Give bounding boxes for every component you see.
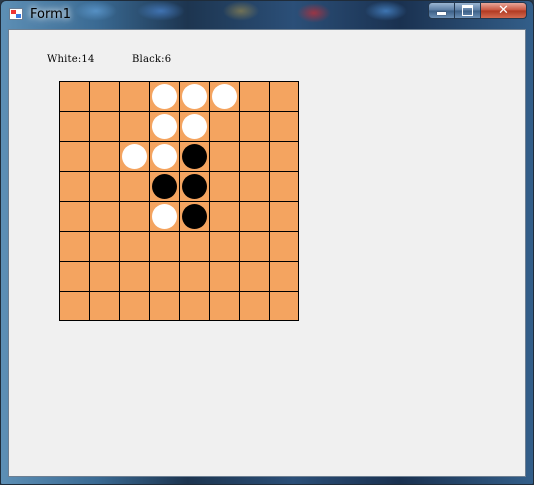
board-cell-r2-c5[interactable]: [209, 141, 240, 172]
board-cell-r1-c0[interactable]: [59, 111, 90, 142]
white-piece-r1-c4: [182, 114, 207, 139]
white-piece-r0-c5: [212, 84, 237, 109]
white-piece-r1-c3: [152, 114, 177, 139]
black-score-label: Black:6: [132, 54, 172, 65]
board-cell-r3-c6[interactable]: [239, 171, 270, 202]
board-cell-r3-c7[interactable]: [269, 171, 300, 202]
white-piece-r0-c3: [152, 84, 177, 109]
board-cell-r7-c3[interactable]: [149, 291, 180, 322]
board-cell-r7-c7[interactable]: [269, 291, 300, 322]
board-cell-r2-c6[interactable]: [239, 141, 270, 172]
board-cell-r7-c0[interactable]: [59, 291, 90, 322]
board-cell-r7-c5[interactable]: [209, 291, 240, 322]
board-cell-r1-c1[interactable]: [89, 111, 120, 142]
board-cell-r0-c2[interactable]: [119, 81, 150, 112]
white-piece-r2-c2: [122, 144, 147, 169]
board-cell-r3-c5[interactable]: [209, 171, 240, 202]
board-cell-r6-c1[interactable]: [89, 261, 120, 292]
maximize-icon: [462, 5, 473, 16]
title-bar[interactable]: Form1 ✕: [1, 1, 533, 27]
board-cell-r7-c6[interactable]: [239, 291, 270, 322]
board-cell-r2-c7[interactable]: [269, 141, 300, 172]
form-client-area: White:14 Black:6: [8, 29, 526, 477]
board-cell-r4-c0[interactable]: [59, 201, 90, 232]
close-button[interactable]: ✕: [481, 2, 527, 19]
white-score-label: White:14: [47, 54, 95, 65]
board-cell-r6-c4[interactable]: [179, 261, 210, 292]
board-cell-r4-c2[interactable]: [119, 201, 150, 232]
board-cell-r1-c5[interactable]: [209, 111, 240, 142]
board-cell-r6-c7[interactable]: [269, 261, 300, 292]
board-cell-r3-c1[interactable]: [89, 171, 120, 202]
app-icon[interactable]: [9, 8, 23, 20]
board-cell-r7-c1[interactable]: [89, 291, 120, 322]
black-piece-r3-c3: [152, 174, 177, 199]
black-piece-r4-c4: [182, 204, 207, 229]
white-piece-r2-c3: [152, 144, 177, 169]
board-cell-r5-c7[interactable]: [269, 231, 300, 262]
board-cell-r5-c5[interactable]: [209, 231, 240, 262]
minimize-button[interactable]: [428, 2, 455, 19]
board-cell-r3-c0[interactable]: [59, 171, 90, 202]
board-cell-r1-c6[interactable]: [239, 111, 270, 142]
board-cell-r4-c5[interactable]: [209, 201, 240, 232]
board-cell-r7-c2[interactable]: [119, 291, 150, 322]
board-cell-r5-c1[interactable]: [89, 231, 120, 262]
board-cell-r7-c4[interactable]: [179, 291, 210, 322]
black-piece-r3-c4: [182, 174, 207, 199]
window-title: Form1: [30, 7, 72, 22]
board-cell-r0-c6[interactable]: [239, 81, 270, 112]
board-cell-r6-c2[interactable]: [119, 261, 150, 292]
white-piece-r0-c4: [182, 84, 207, 109]
app-window: Form1 ✕ White:14 Black:6: [0, 0, 534, 485]
board-cell-r0-c1[interactable]: [89, 81, 120, 112]
board-cell-r6-c3[interactable]: [149, 261, 180, 292]
board-cell-r0-c0[interactable]: [59, 81, 90, 112]
board-cell-r4-c7[interactable]: [269, 201, 300, 232]
board-cell-r2-c0[interactable]: [59, 141, 90, 172]
board-grid[interactable]: [59, 81, 299, 321]
board-cell-r1-c7[interactable]: [269, 111, 300, 142]
maximize-button[interactable]: [455, 2, 481, 19]
board-cell-r5-c2[interactable]: [119, 231, 150, 262]
caption-buttons: ✕: [428, 2, 527, 21]
board-cell-r3-c2[interactable]: [119, 171, 150, 202]
board-cell-r2-c1[interactable]: [89, 141, 120, 172]
white-piece-r4-c3: [152, 204, 177, 229]
board-cell-r4-c1[interactable]: [89, 201, 120, 232]
board-cell-r4-c6[interactable]: [239, 201, 270, 232]
board-cell-r6-c5[interactable]: [209, 261, 240, 292]
board-cell-r1-c2[interactable]: [119, 111, 150, 142]
board-cell-r5-c4[interactable]: [179, 231, 210, 262]
board-cell-r5-c3[interactable]: [149, 231, 180, 262]
board-cell-r5-c0[interactable]: [59, 231, 90, 262]
black-piece-r2-c4: [182, 144, 207, 169]
board-cell-r5-c6[interactable]: [239, 231, 270, 262]
minimize-icon: [437, 12, 446, 15]
close-icon: ✕: [498, 3, 509, 18]
reversi-board[interactable]: [59, 81, 299, 321]
board-cell-r6-c6[interactable]: [239, 261, 270, 292]
board-cell-r0-c7[interactable]: [269, 81, 300, 112]
board-cell-r6-c0[interactable]: [59, 261, 90, 292]
